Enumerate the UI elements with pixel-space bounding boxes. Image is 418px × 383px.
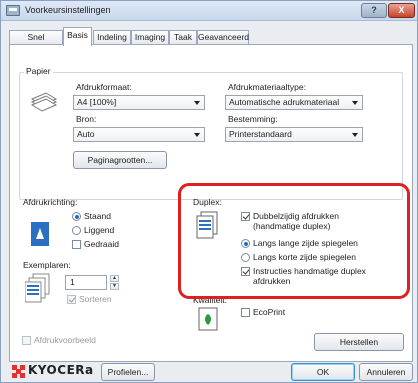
kyocera-brand: KYOCERa (28, 363, 94, 377)
liggend-radio[interactable] (72, 226, 81, 235)
ecoprint-checkbox[interactable] (241, 308, 250, 317)
liggend-label: Liggend (84, 225, 115, 235)
ok-button[interactable]: OK (291, 363, 355, 381)
ecoprint-label: EcoPrint (253, 307, 286, 317)
afdrukvoorbeeld-checkbox[interactable] (22, 336, 31, 345)
chevron-down-icon (194, 133, 200, 137)
afdrukmateriaaltype-select[interactable]: Automatische adrukmateriaal (225, 95, 363, 110)
spin-down-icon[interactable]: ▼ (110, 283, 119, 290)
exemplaren-title: Exemplaren: (23, 260, 71, 270)
copies-stack-icon (24, 273, 51, 303)
profielen-button[interactable]: Profielen... (101, 363, 155, 381)
afdrukmateriaaltype-label: Afdrukmateriaaltype: (228, 82, 306, 92)
chevron-down-icon (352, 101, 358, 105)
close-button[interactable]: X (388, 3, 415, 18)
gedraaid-label: Gedraaid (84, 239, 119, 249)
basis-panel: Papier Afdrukformaat: A4 [100%] Bron: Au… (9, 44, 413, 362)
duplex-highlight-box (178, 183, 410, 299)
bestemming-value: Printerstandaard (229, 129, 292, 139)
window-title: Voorkeursinstellingen (25, 5, 111, 15)
tab-imaging[interactable]: Imaging (131, 30, 169, 45)
afdrukmateriaaltype-value: Automatische adrukmateriaal (229, 97, 340, 107)
sorteren-checkbox[interactable] (67, 295, 76, 304)
exemplaren-input[interactable]: 1 (65, 275, 107, 290)
tab-geavanceerd[interactable]: Geavanceerd (197, 30, 249, 45)
spin-up-icon[interactable]: ▲ (110, 275, 119, 282)
bestemming-label: Bestemming: (228, 114, 278, 124)
ecoprint-icon (198, 307, 218, 331)
kyocera-logo-icon (12, 365, 25, 378)
tab-indeling[interactable]: Indeling (93, 30, 131, 45)
paper-stack-icon (28, 83, 58, 113)
paginagrootten-button[interactable]: Paginagrootten... (73, 151, 167, 169)
tab-snel-afdrukken[interactable]: Snel afdrukken (9, 30, 63, 55)
title-bar: Voorkeursinstellingen ? X (1, 1, 417, 21)
printer-icon (6, 5, 20, 16)
herstellen-button[interactable]: Herstellen (314, 333, 404, 351)
staand-label: Staand (84, 211, 111, 221)
chevron-down-icon (352, 133, 358, 137)
sorteren-label: Sorteren (79, 294, 112, 304)
bron-label: Bron: (76, 114, 97, 124)
annuleren-button[interactable]: Annuleren (359, 363, 413, 381)
afdrukformaat-label: Afdrukformaat: (76, 82, 132, 92)
bestemming-select[interactable]: Printerstandaard (225, 127, 363, 142)
afdrukformaat-select[interactable]: A4 [100%] (73, 95, 205, 110)
preferences-window: Voorkeursinstellingen ? X Snel afdrukken… (0, 0, 418, 383)
portrait-orientation-icon (28, 221, 52, 247)
afdrukformaat-value: A4 [100%] (77, 97, 117, 107)
tab-taak[interactable]: Taak (169, 30, 197, 45)
afdrukvoorbeeld-label: Afdrukvoorbeeld (34, 335, 96, 345)
bron-value: Auto (77, 129, 95, 139)
staand-radio[interactable] (72, 212, 81, 221)
chevron-down-icon (194, 101, 200, 105)
afdrukrichting-title: Afdrukrichting: (23, 197, 78, 207)
tab-basis[interactable]: Basis (63, 27, 92, 46)
help-button[interactable]: ? (361, 3, 387, 18)
papier-title: Papier (24, 66, 53, 76)
gedraaid-checkbox[interactable] (72, 240, 81, 249)
bron-select[interactable]: Auto (73, 127, 205, 142)
